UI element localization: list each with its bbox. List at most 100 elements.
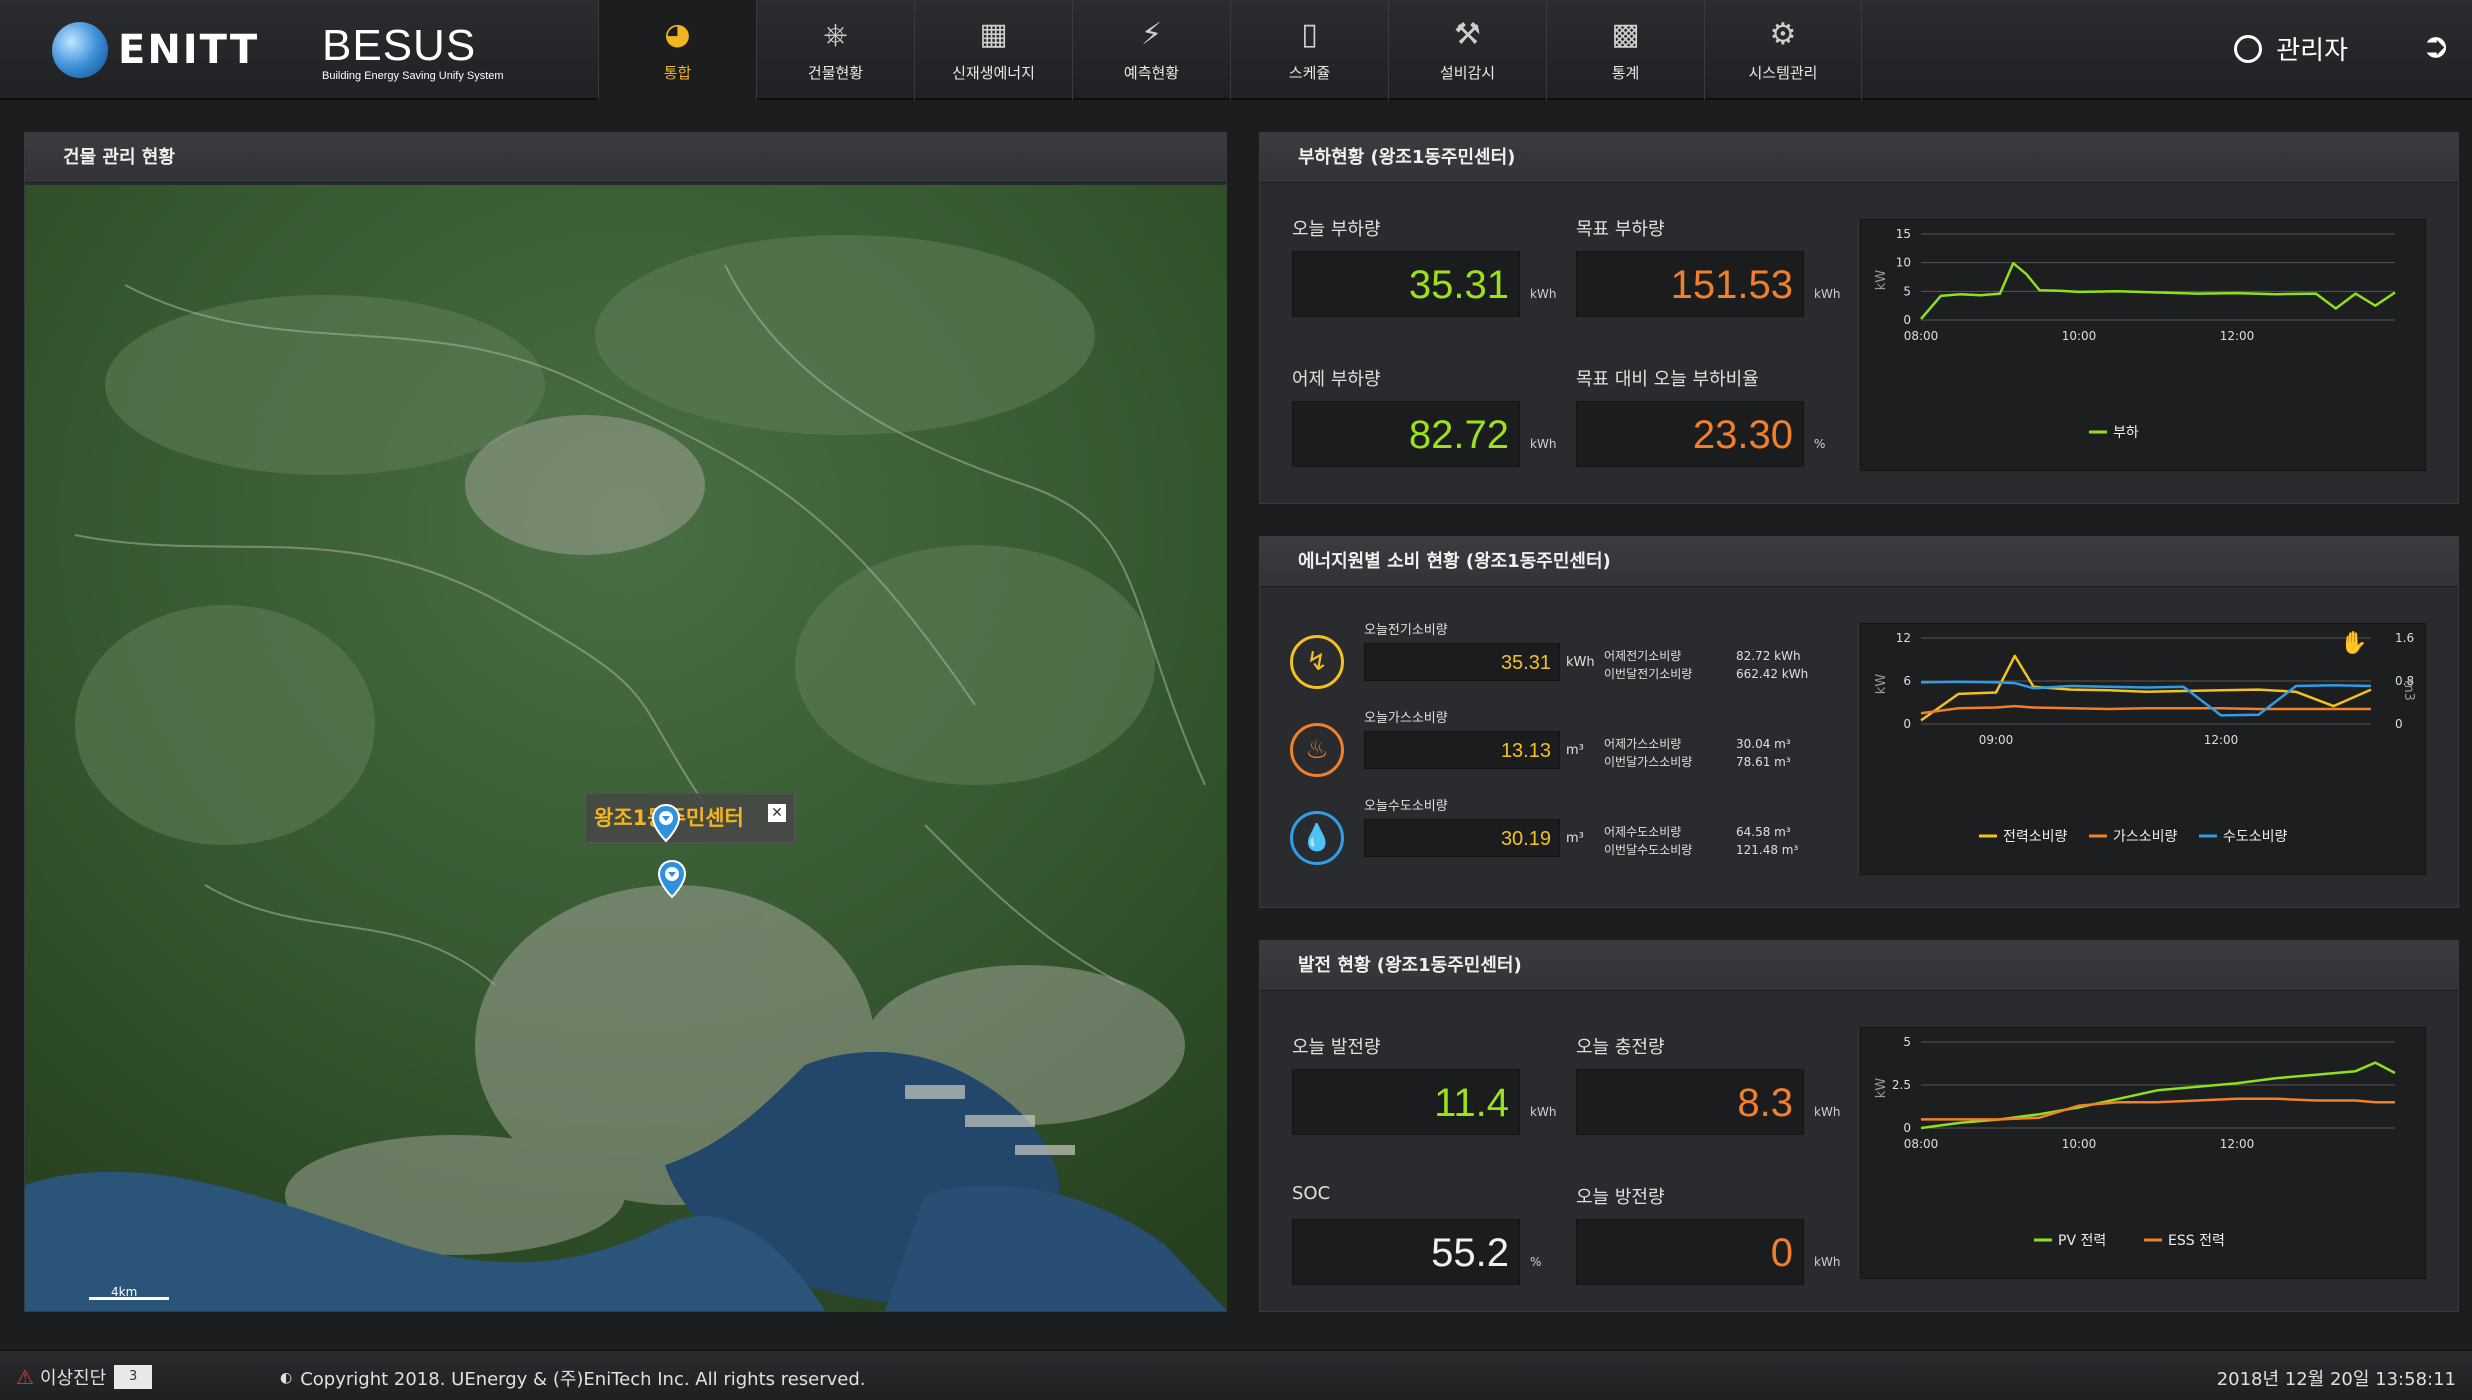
chart-plot: 061200.81.6m3kW09:00 12:00전력소비량 가스소비량 수도소비량 [1874, 631, 2416, 845]
y2-tick-label: 0 [2395, 717, 2403, 731]
target-load-value: 151.53 [1576, 251, 1804, 317]
x-tick-label: 12:00 [2220, 1137, 2255, 1151]
x-tick-label: 10:00 [2062, 329, 2097, 343]
nav-label: 스케쥴 [1288, 63, 1331, 82]
nav-label: 신재생에너지 [952, 63, 1035, 82]
nav-label: 건물현황 [807, 63, 864, 82]
yesterday-load-value: 82.72 [1292, 401, 1520, 467]
nav-item-renewable-energy[interactable]: ▦ 신재생에너지 [914, 0, 1072, 100]
water-drop-icon: 💧 [1290, 811, 1344, 865]
nav-item-integrated[interactable]: ◕ 통합 [598, 0, 756, 100]
nav-item-forecast[interactable]: ⚡ 예측현황 [1072, 0, 1230, 100]
copyright: ◐ Copyright 2018. UEnergy & (주)EniTech I… [280, 1365, 866, 1391]
y-axis-label: kW [1874, 1078, 1889, 1099]
load-ratio-label: 목표 대비 오늘 부하비율 [1576, 369, 1759, 390]
nav-label: 예측현황 [1123, 63, 1180, 82]
generation-value: 11.4 [1292, 1069, 1520, 1135]
enitt-logo[interactable]: ENITT [52, 20, 259, 80]
footer-bar: ⚠ 이상진단 3 ◐ Copyright 2018. UEnergy & (주)… [0, 1350, 2472, 1400]
gas-today-value: 13.13 [1364, 731, 1560, 769]
alarm-label: 이상진단 [39, 1368, 107, 1389]
map-terrain [25, 185, 1227, 1311]
map-marker-icon[interactable] [651, 803, 681, 843]
electric-today-unit: kWh [1566, 655, 1595, 670]
copyright-text: Copyright 2018. UEnergy & (주)EniTech Inc… [300, 1369, 866, 1390]
battery-icon: ▯ [1301, 16, 1318, 52]
monitor-wrench-icon: ⚒ [1454, 16, 1481, 52]
x-tick-label: 12:00 [2204, 733, 2239, 747]
legend-label: 가스소비량 [2113, 829, 2178, 845]
series-line [1921, 1097, 2395, 1121]
logo-text: ENITT [118, 27, 260, 73]
load-ratio-value: 23.30 [1576, 401, 1804, 467]
electric-detail-values: 82.72 kWh 662.42 kWh [1736, 647, 1808, 683]
gas-month-value: 78.61 m³ [1736, 755, 1791, 769]
soc-unit: % [1530, 1255, 1542, 1269]
y-tick-label: 12 [1896, 631, 1911, 645]
water-yesterday-value: 64.58 m³ [1736, 825, 1791, 839]
close-icon[interactable]: ✕ [768, 804, 786, 822]
y2-tick-label: 1.6 [2395, 631, 2414, 645]
building-popup: 왕조1동주민센터 ✕ [585, 793, 795, 843]
yesterday-load-unit: kWh [1530, 437, 1557, 451]
legend-label: 부하 [2113, 425, 2139, 441]
legend-label: 전력소비량 [2003, 829, 2068, 845]
map-marker-icon[interactable] [657, 859, 687, 899]
today-load-label: 오늘 부하량 [1292, 219, 1381, 240]
water-yesterday-label: 어제수도소비량 [1604, 825, 1682, 839]
nav-item-building-status[interactable]: ⎈ 건물현황 [756, 0, 914, 100]
generation-chart: 0 2.5 5 kW 08:00 10:00 12:00 PV 전력 ESS 전력 [1860, 1027, 2426, 1279]
electric-month-value: 662.42 kWh [1736, 667, 1809, 681]
alarm-status[interactable]: ⚠ 이상진단 3 [16, 1364, 153, 1390]
gas-flame-icon: ♨ [1290, 723, 1344, 777]
user-menu[interactable]: 관리자 [2234, 30, 2348, 67]
y-tick-label: 0 [1903, 1121, 1911, 1135]
charge-value: 8.3 [1576, 1069, 1804, 1135]
nav-label: 시스템관리 [1748, 63, 1818, 82]
y-axis-label: kW [1874, 674, 1889, 695]
generation-chart-svg: 0 2.5 5 kW 08:00 10:00 12:00 PV 전력 ESS 전력 [1874, 1035, 2396, 1249]
load-chart-svg: 0 5 10 15 kW 08:00 10:00 12:00 부하 [1874, 227, 2396, 441]
yesterday-load-label: 어제 부하량 [1292, 369, 1381, 390]
copyright-icon: ◐ [280, 1370, 293, 1386]
x-tick-label: 12:00 [2220, 329, 2255, 343]
y-tick-label: 0 [1903, 313, 1911, 327]
series-line [1920, 680, 2372, 717]
today-load-unit: kWh [1530, 287, 1557, 301]
load-panel-title: 부하현황 (왕조1동주민센터) [1260, 133, 2458, 183]
map-panel-title: 건물 관리 현황 [25, 133, 1226, 183]
hand-cursor-icon: ✋ [2340, 631, 2368, 656]
electric-month-label: 이번달전기소비량 [1604, 667, 1693, 681]
electric-today-label: 오늘전기소비량 [1364, 623, 1448, 638]
water-today-label: 오늘수도소비량 [1364, 799, 1448, 814]
load-status-panel: 부하현황 (왕조1동주민센터) 오늘 부하량 35.31 kWh 목표 부하량 … [1259, 132, 2459, 504]
satellite-map[interactable]: 왕조1동주민센터 ✕ 4km [25, 185, 1227, 1311]
electric-detail-labels: 어제전기소비량 이번달전기소비량 [1604, 647, 1692, 683]
globe-icon [52, 22, 108, 78]
solar-panel-icon: ▦ [979, 16, 1008, 52]
user-name: 관리자 [2276, 36, 2348, 66]
energy-panel-title: 에너지원별 소비 현황 (왕조1동주민센터) [1260, 537, 2458, 587]
user-icon [2234, 34, 2263, 63]
nav-item-system-management[interactable]: ⚙ 시스템관리 [1704, 0, 1862, 100]
water-detail-labels: 어제수도소비량 이번달수도소비량 [1604, 823, 1692, 859]
discharge-value: 0 [1576, 1219, 1804, 1285]
soc-label: SOC [1292, 1183, 1331, 1204]
gas-yesterday-label: 어제가스소비량 [1604, 737, 1682, 751]
x-tick-label: 08:00 [1904, 329, 1939, 343]
water-today-unit: m³ [1566, 831, 1584, 846]
water-month-value: 121.48 m³ [1736, 843, 1799, 857]
nav-item-statistics[interactable]: ▩ 통계 [1546, 0, 1704, 100]
gas-today-unit: m³ [1566, 743, 1584, 758]
y-tick-label: 0 [1903, 717, 1911, 731]
nav-item-equipment-monitoring[interactable]: ⚒ 설비감시 [1388, 0, 1546, 100]
generation-panel: 발전 현황 (왕조1동주민센터) 오늘 발전량 11.4 kWh 오늘 충전량 … [1259, 940, 2459, 1312]
nav-item-schedule[interactable]: ▯ 스케쥴 [1230, 0, 1388, 100]
logout-icon[interactable]: ➲ [2422, 26, 2451, 66]
electric-today-value: 35.31 [1364, 643, 1560, 681]
main-nav: ◕ 통합 ⎈ 건물현황 ▦ 신재생에너지 ⚡ 예측현황 ▯ 스케쥴 ⚒ 설비감시… [598, 0, 1862, 100]
building-map-panel: 건물 관리 현황 ✕ 4km [24, 132, 1227, 1312]
energy-chart: 0 6 12 0 0.8 1.6 m3 kW 09:00 12:00 전력소비량 가스소비량 수도소비량 [1860, 623, 2426, 875]
generation-unit: kWh [1530, 1105, 1557, 1119]
y-tick-label: 5 [1903, 284, 1911, 298]
